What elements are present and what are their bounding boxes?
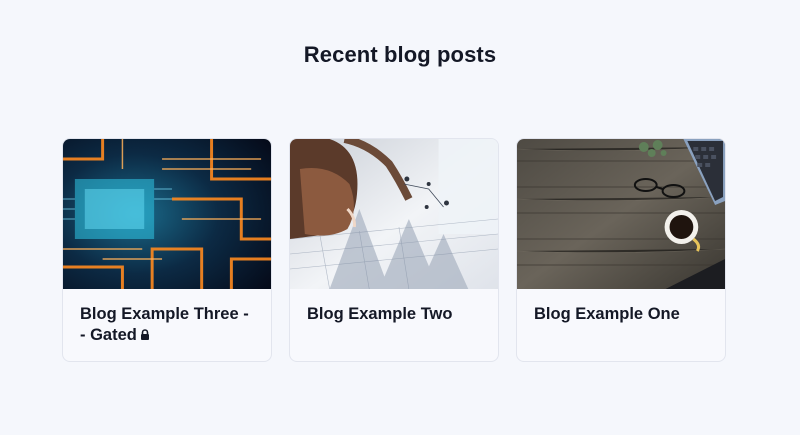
lock-icon xyxy=(140,325,150,346)
post-title[interactable]: Blog Example One xyxy=(517,289,725,325)
circuit-board-image xyxy=(63,139,271,289)
wooden-desk-workspace-image xyxy=(517,139,725,289)
post-thumbnail[interactable] xyxy=(517,139,725,289)
post-title[interactable]: Blog Example Two xyxy=(290,289,498,325)
post-card[interactable]: Blog Example Three -- Gated xyxy=(62,138,272,362)
post-card[interactable]: Blog Example One xyxy=(516,138,726,362)
recent-posts-section: Recent blog posts Blog Example Three -- … xyxy=(0,0,800,435)
post-card-list: Blog Example Three -- Gated Blog Example… xyxy=(62,138,726,362)
post-thumbnail[interactable] xyxy=(63,139,271,289)
post-title[interactable]: Blog Example Three -- Gated xyxy=(63,289,271,346)
section-heading: Recent blog posts xyxy=(303,42,497,67)
analytics-chart-hands-image xyxy=(290,139,498,289)
post-card[interactable]: Blog Example Two xyxy=(289,138,499,362)
post-thumbnail[interactable] xyxy=(290,139,498,289)
